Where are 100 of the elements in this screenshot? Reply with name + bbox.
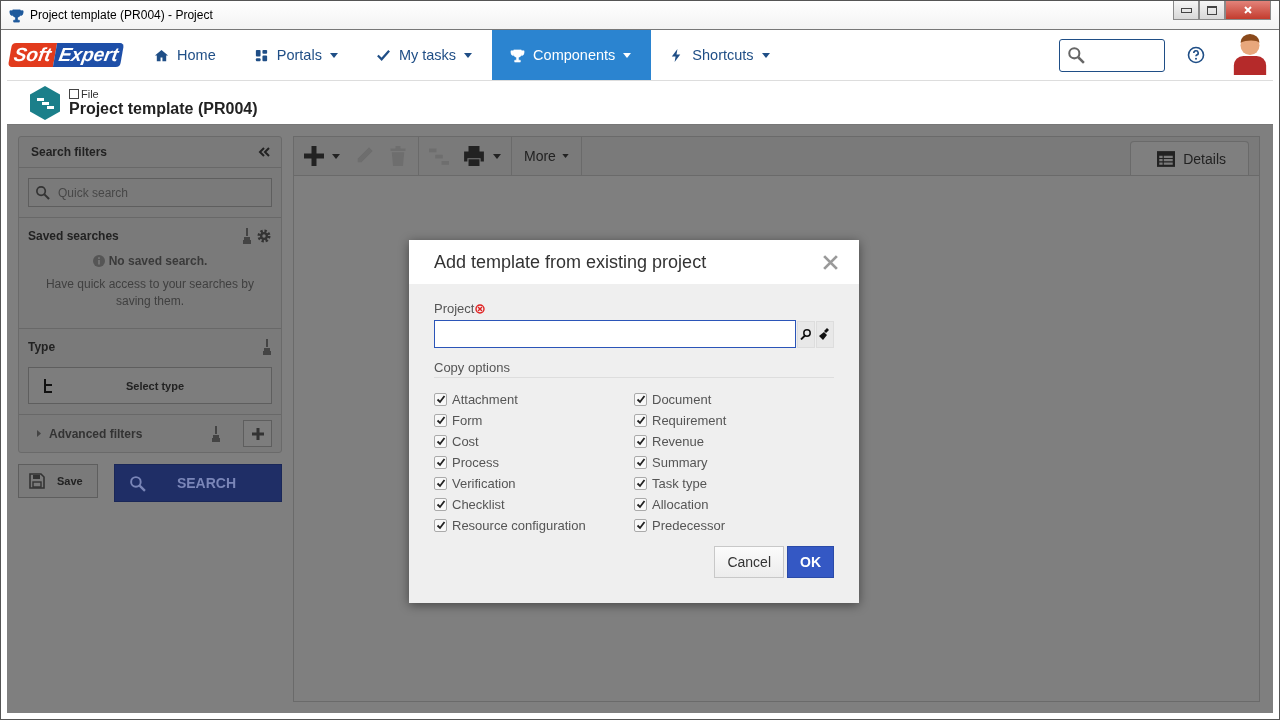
- info-icon: [92, 255, 105, 267]
- checkbox-label: Summary: [652, 454, 708, 470]
- nav-tab[interactable]: Shortcuts: [651, 30, 790, 80]
- collapse-icon[interactable]: [258, 147, 270, 157]
- minimize-button[interactable]: [1173, 1, 1199, 20]
- section-title: Saved searches: [28, 229, 119, 243]
- checkbox[interactable]: [434, 476, 447, 490]
- breadcrumb-link[interactable]: File: [81, 87, 99, 100]
- user-avatar-icon[interactable]: [1231, 32, 1269, 78]
- nav-tab[interactable]: My tasks: [357, 30, 493, 80]
- settings-icon[interactable]: [256, 228, 272, 244]
- checkbox[interactable]: [634, 413, 647, 427]
- checkbox[interactable]: [634, 476, 647, 490]
- checkbox[interactable]: [434, 413, 447, 427]
- search-button[interactable]: SEARCH: [114, 464, 282, 502]
- checkbox[interactable]: [434, 455, 447, 469]
- checkbox[interactable]: [634, 497, 647, 511]
- maximize-icon: [1207, 5, 1217, 15]
- checkbox-label: Process: [452, 454, 499, 470]
- tree-icon: [43, 378, 53, 393]
- empty-message: No saved search.: [108, 254, 208, 268]
- save-button[interactable]: Save: [18, 464, 98, 498]
- checkbox-label: Attachment: [452, 391, 518, 407]
- expand-box-icon[interactable]: [69, 88, 79, 99]
- page-title: Project template (PR004): [69, 99, 258, 118]
- brush-icon: [819, 328, 831, 340]
- nav-tab[interactable]: Components: [492, 30, 652, 80]
- details-tab[interactable]: Details: [1130, 141, 1249, 175]
- caret-icon: [561, 154, 569, 158]
- checkbox-label: Document: [652, 391, 712, 407]
- minimize-icon: [1180, 7, 1192, 13]
- caret-icon[interactable]: [493, 153, 501, 159]
- window-title: Project template (PR004) - Project: [30, 8, 213, 22]
- checkmark-icon: [635, 394, 646, 404]
- search-icon: [800, 328, 812, 340]
- project-icon: [29, 84, 61, 121]
- maximize-button[interactable]: [1199, 1, 1225, 20]
- field-label: Project: [434, 301, 475, 316]
- help-icon[interactable]: [1187, 46, 1205, 64]
- home-icon: [154, 47, 170, 63]
- search-icon: [1067, 46, 1085, 64]
- checkmark-icon: [635, 436, 646, 446]
- printer-icon[interactable]: [463, 146, 485, 166]
- checkbox-label: Resource configuration: [452, 517, 586, 533]
- checkmark-icon: [635, 520, 646, 530]
- dialog-title: Add template from existing project: [434, 251, 707, 273]
- checkmark-icon: [435, 499, 446, 509]
- caret-icon[interactable]: [332, 153, 340, 159]
- checkmark-icon: [375, 47, 391, 63]
- select-type-button[interactable]: Select type: [28, 367, 272, 404]
- nav-tab[interactable]: Home: [136, 30, 236, 80]
- project-field[interactable]: [434, 320, 796, 348]
- checkmark-icon: [435, 478, 446, 488]
- nav-tab[interactable]: Portals: [235, 30, 358, 80]
- trophy-icon: [510, 47, 526, 63]
- search-icon: [129, 474, 146, 492]
- close-icon: [1243, 5, 1253, 15]
- section-label: Copy options: [434, 360, 834, 378]
- checkmark-icon: [435, 520, 446, 530]
- checkbox-label: Revenue: [652, 433, 705, 449]
- checkmark-icon: [435, 394, 446, 404]
- close-button[interactable]: [1225, 1, 1271, 20]
- checkbox[interactable]: [634, 392, 647, 406]
- checkmark-icon: [635, 415, 646, 425]
- checkbox-label: Predecessor: [652, 517, 725, 533]
- section-title: Type: [28, 340, 56, 354]
- checkbox[interactable]: [634, 455, 647, 469]
- add-icon[interactable]: [304, 146, 324, 166]
- plus-icon: [251, 427, 264, 440]
- checkmark-icon: [435, 415, 446, 425]
- close-icon[interactable]: [822, 253, 839, 271]
- checkbox[interactable]: [434, 518, 447, 532]
- add-filter-button[interactable]: [243, 420, 272, 447]
- more-button[interactable]: More: [522, 148, 571, 164]
- trophy-icon: [9, 7, 24, 23]
- ok-button[interactable]: OK: [787, 546, 834, 578]
- search-button[interactable]: [797, 320, 815, 348]
- tiles-icon: [253, 47, 269, 63]
- checkbox[interactable]: [434, 497, 447, 511]
- panel-title: Search filters: [31, 145, 108, 159]
- clear-button[interactable]: [816, 320, 834, 348]
- checkbox-label: Task type: [652, 475, 707, 491]
- checkmark-icon: [635, 499, 646, 509]
- checkbox-label: Requirement: [652, 412, 727, 428]
- table-icon: [1157, 150, 1176, 167]
- checkbox-label: Cost: [452, 433, 479, 449]
- checkbox[interactable]: [634, 518, 647, 532]
- checkbox-label: Form: [452, 412, 483, 428]
- checkmark-icon: [635, 457, 646, 467]
- checkmark-icon: [435, 457, 446, 467]
- checkbox[interactable]: [434, 434, 447, 448]
- checkmark-icon: [435, 436, 446, 446]
- checkmark-icon: [635, 478, 646, 488]
- checkbox-label: Verification: [452, 475, 516, 491]
- required-icon: [475, 303, 486, 314]
- checkbox[interactable]: [634, 434, 647, 448]
- cancel-button[interactable]: Cancel: [714, 546, 784, 578]
- hint-text: Have quick access to your searches by saving them.: [44, 276, 256, 310]
- search-field[interactable]: [1059, 38, 1165, 72]
- checkbox[interactable]: [434, 392, 447, 406]
